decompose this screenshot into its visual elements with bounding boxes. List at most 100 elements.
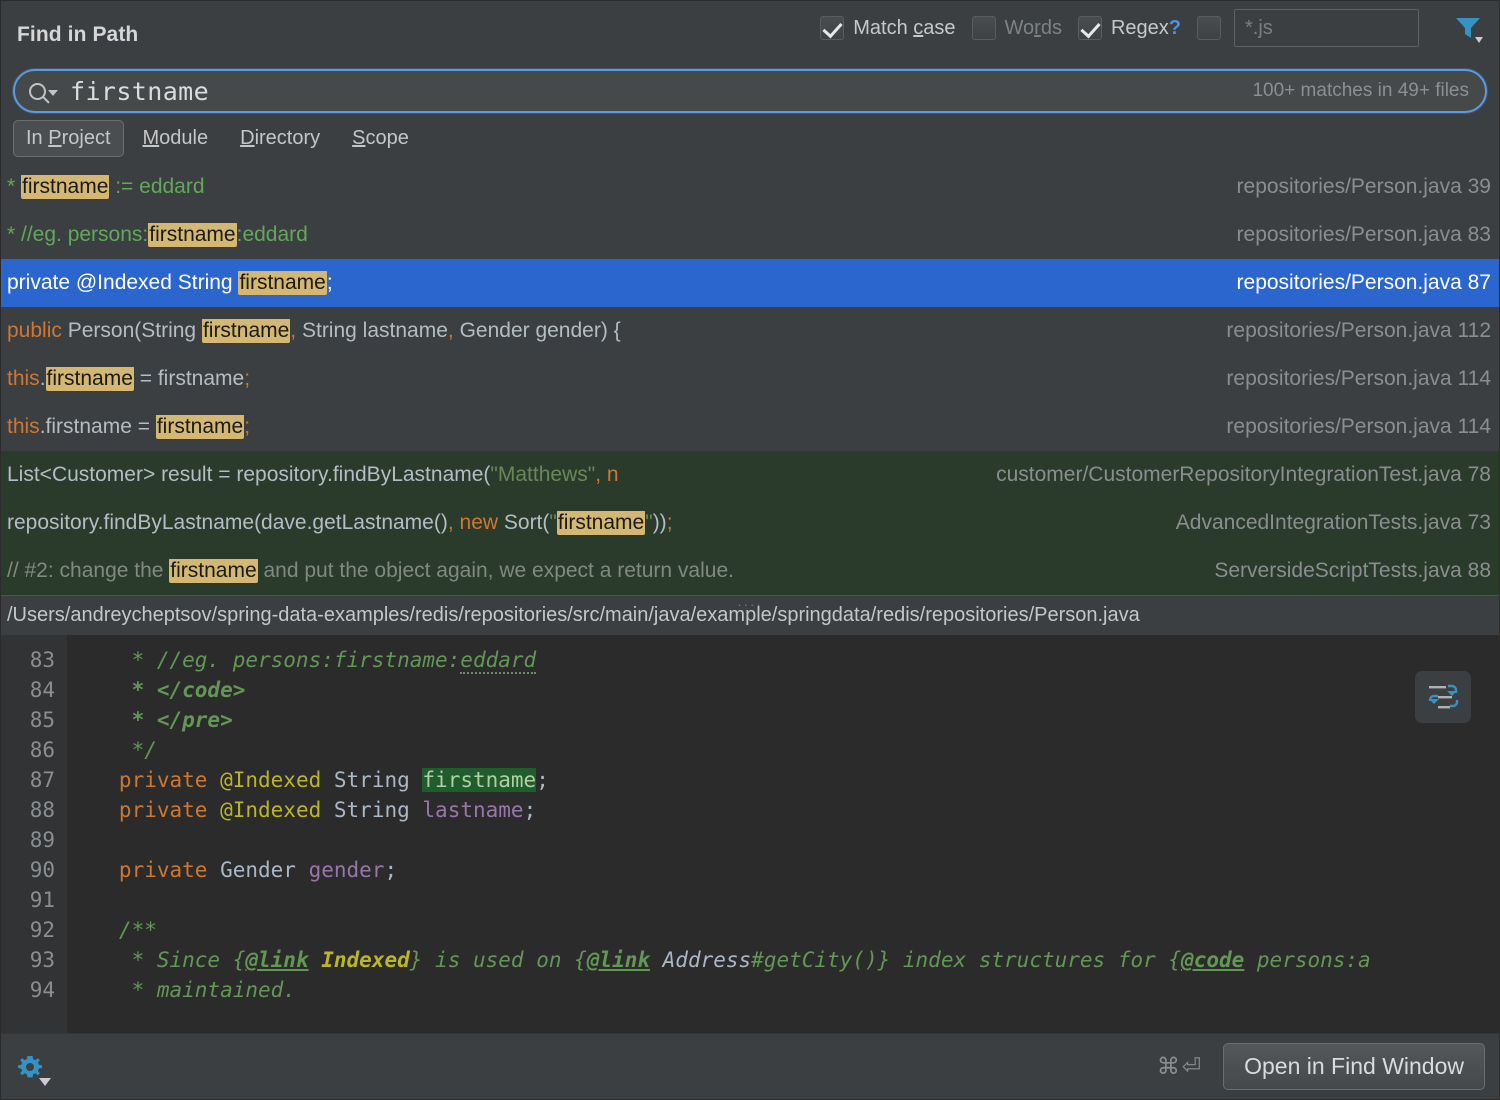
gear-icon[interactable] <box>15 1052 51 1086</box>
file-mask-placeholder: *.js <box>1245 16 1273 39</box>
regex-label: Regex? <box>1110 16 1181 39</box>
result-location: repositories/Person.java 114 <box>1226 367 1491 390</box>
code-line: private @Indexed String firstname; <box>81 768 549 792</box>
code-preview[interactable]: 83 84 85 86 87 88 89 90 91 92 93 94 * //eg. persons… <box>1 635 1499 1033</box>
result-row[interactable]: * firstname := eddard repositories/Person… <box>1 163 1499 211</box>
result-code-snippet: this.firstname = firstname; <box>7 367 251 391</box>
results-list[interactable]: * firstname := eddard repositories/Person… <box>1 163 1499 595</box>
preview-match-highlight: firstname <box>422 768 537 792</box>
code-line: */ <box>81 738 157 762</box>
line-number: 90 <box>29 858 55 882</box>
words-checkbox[interactable] <box>971 16 996 40</box>
search-options-bar: Match case Words Regex? *.js <box>820 9 1485 61</box>
scope-tab-directory[interactable]: Directory <box>227 120 333 157</box>
code-line: * </code> <box>81 678 246 702</box>
result-code-snippet: repository.findByLastname(dave.getLastna… <box>7 511 673 535</box>
line-number: 89 <box>29 828 55 852</box>
file-path-text: /Users/andreycheptsov/spring-data-exampl… <box>7 604 1140 626</box>
code-line: * Since {@link Indexed} is used on {@lin… <box>81 948 1371 972</box>
code-line: private @Indexed String lastname; <box>81 798 537 822</box>
regex-checkbox[interactable] <box>1077 16 1102 40</box>
scope-tab-module[interactable]: Module <box>130 120 222 157</box>
line-number: 92 <box>29 918 55 942</box>
match-case-checkbox[interactable] <box>820 16 845 40</box>
regex-help-icon[interactable]: ? <box>1169 17 1181 39</box>
match-highlight: firstname <box>148 223 237 247</box>
result-code-snippet: this.firstname = firstname; <box>7 415 251 439</box>
chevron-down-icon[interactable] <box>48 90 58 96</box>
file-mask-input[interactable]: *.js <box>1234 9 1419 47</box>
footer-actions: ⌘⏎ Open in Find Window <box>1157 1043 1485 1090</box>
soft-wrap-icon[interactable] <box>1415 671 1471 723</box>
line-number: 88 <box>29 798 55 822</box>
gear-chevron-icon[interactable] <box>39 1077 51 1086</box>
code-line: * //eg. persons:firstname:eddard <box>81 648 537 674</box>
match-count-label: 100+ matches in 49+ files <box>1252 80 1469 101</box>
words-label: Words <box>1004 16 1062 39</box>
result-row[interactable]: private @Indexed String firstname; reposi… <box>1 259 1499 307</box>
result-code-snippet: // #2: change the firstname and put the … <box>7 559 734 583</box>
option-match-case[interactable]: Match case <box>820 16 956 40</box>
file-mask-checkbox[interactable] <box>1197 16 1221 40</box>
match-highlight: firstname <box>169 559 258 583</box>
match-highlight: firstname <box>155 415 245 439</box>
search-field-wrapper: firstname 100+ matches in 49+ files <box>1 69 1499 113</box>
file-path-bar: ···· /Users/andreycheptsov/spring-data-e… <box>1 595 1499 635</box>
match-highlight: firstname <box>556 511 646 535</box>
option-file-mask[interactable]: *.js <box>1197 9 1419 47</box>
code-line: * </pre> <box>81 708 233 732</box>
result-location: ServersideScriptTests.java 88 <box>1214 559 1491 582</box>
scope-tab-in-project[interactable]: In Project <box>13 119 124 157</box>
result-location: repositories/Person.java 112 <box>1226 319 1491 342</box>
line-number: 86 <box>29 738 55 762</box>
page-title: Find in Path <box>17 23 139 46</box>
code-line: * maintained. <box>81 978 296 1002</box>
code-line: /** <box>81 918 157 942</box>
search-query-text: firstname <box>70 76 210 106</box>
search-icon[interactable] <box>29 82 58 100</box>
option-words[interactable]: Words <box>971 16 1062 40</box>
find-in-path-dialog: Find in Path Match case Words Regex? *.j… <box>0 0 1500 1100</box>
result-row[interactable]: repository.findByLastname(dave.getLastna… <box>1 499 1499 547</box>
result-location: customer/CustomerRepositoryIntegrationTe… <box>996 463 1491 486</box>
line-number-gutter: 83 84 85 86 87 88 89 90 91 92 93 94 <box>1 635 67 1033</box>
match-highlight: firstname <box>201 319 291 343</box>
result-row[interactable]: this.firstname = firstname; repositories/… <box>1 403 1499 451</box>
open-in-find-window-button[interactable]: Open in Find Window <box>1223 1043 1485 1090</box>
result-row[interactable]: public Person(String firstname, String l… <box>1 307 1499 355</box>
line-number: 83 <box>29 648 55 672</box>
filter-icon[interactable] <box>1451 11 1485 45</box>
result-location: repositories/Person.java 87 <box>1236 271 1491 294</box>
line-number: 87 <box>29 768 55 792</box>
line-number: 93 <box>29 948 55 972</box>
result-code-snippet: * firstname := eddard <box>7 175 205 199</box>
result-row[interactable]: List<Customer> result = repository.findB… <box>1 451 1499 499</box>
line-number: 94 <box>29 978 55 1002</box>
match-highlight: firstname <box>45 367 134 391</box>
splitter-handle[interactable]: ···· <box>737 597 762 612</box>
result-location: repositories/Person.java 83 <box>1236 223 1491 246</box>
match-highlight: firstname <box>21 175 110 199</box>
result-code-snippet: private @Indexed String firstname; <box>7 271 333 295</box>
line-number: 91 <box>29 888 55 912</box>
result-code-snippet: public Person(String firstname, String l… <box>7 319 621 343</box>
result-code-snippet: * //eg. persons:firstname:eddard <box>7 223 308 247</box>
result-row[interactable]: * //eg. persons:firstname:eddard reposito… <box>1 211 1499 259</box>
scope-tabs: In Project Module Directory Scope <box>1 113 1499 163</box>
result-row[interactable]: // #2: change the firstname and put the … <box>1 547 1499 595</box>
result-location: repositories/Person.java 39 <box>1236 175 1491 198</box>
result-location: repositories/Person.java 114 <box>1226 415 1491 438</box>
result-code-snippet: List<Customer> result = repository.findB… <box>7 463 619 486</box>
match-case-label: Match case <box>853 16 956 39</box>
preview-code-area[interactable]: * //eg. persons:firstname:eddard * </cod… <box>67 635 1499 1033</box>
option-regex[interactable]: Regex? <box>1077 16 1181 40</box>
result-location: AdvancedIntegrationTests.java 73 <box>1175 511 1491 534</box>
scope-tab-scope[interactable]: Scope <box>339 120 422 157</box>
dialog-footer: ⌘⏎ Open in Find Window <box>1 1033 1499 1099</box>
match-highlight: firstname <box>238 271 327 295</box>
shortcut-hint: ⌘⏎ <box>1156 1053 1204 1079</box>
search-input[interactable]: firstname 100+ matches in 49+ files <box>13 69 1487 113</box>
result-row[interactable]: this.firstname = firstname; repositories/… <box>1 355 1499 403</box>
